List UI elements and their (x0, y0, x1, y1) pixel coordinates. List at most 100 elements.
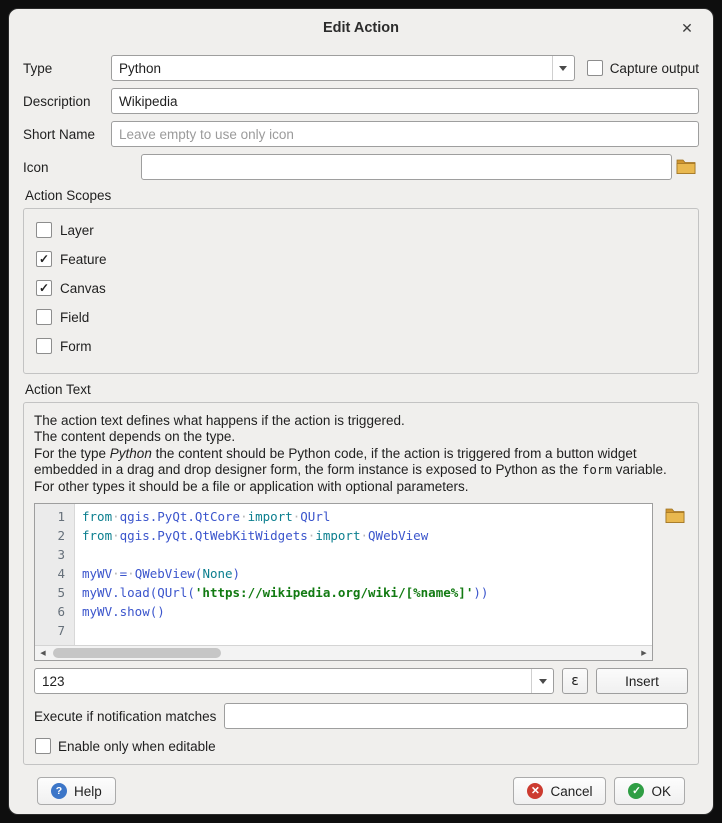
ok-button-label: OK (651, 784, 671, 799)
description-paragraph: For other types it should be a file or a… (34, 479, 688, 495)
checkbox-form[interactable]: ✓ Form (36, 338, 686, 354)
line-number: 6 (35, 602, 74, 621)
type-combobox-arrow[interactable] (552, 56, 574, 80)
notification-input[interactable] (224, 703, 688, 729)
cancel-button-label: Cancel (550, 784, 592, 799)
checkbox-box[interactable]: ✓ (36, 222, 52, 238)
action-scopes-title: Action Scopes (25, 188, 697, 203)
action-text-group: Action Text The action text defines what… (23, 382, 699, 765)
cancel-button[interactable]: ✕ Cancel (513, 777, 606, 805)
epsilon-icon: ε (571, 673, 579, 689)
icon-row: Icon (23, 154, 699, 180)
ok-button[interactable]: ✓ OK (614, 777, 685, 805)
type-row: Type Python ✓ Capture output (23, 55, 699, 81)
capture-output-checkbox[interactable]: ✓ Capture output (587, 60, 699, 76)
cancel-icon: ✕ (527, 783, 543, 799)
code-editor-gutter: 1234567 (35, 504, 75, 645)
short-name-row: Short Name (23, 121, 699, 147)
type-combobox[interactable]: Python (111, 55, 575, 81)
description-label: Description (23, 94, 111, 109)
folder-icon (676, 158, 696, 177)
checkbox-label: Canvas (60, 281, 106, 296)
line-number: 5 (35, 583, 74, 602)
code-line: from·qgis.PyQt.QtCore·import·QUrl (82, 507, 652, 526)
code-line: myWV·=·QWebView(None) (82, 564, 652, 583)
ok-icon: ✓ (628, 783, 644, 799)
checkbox-box[interactable]: ✓ (36, 338, 52, 354)
enable-editable-label: Enable only when editable (58, 739, 216, 754)
checkbox-label: Layer (60, 223, 94, 238)
icon-label: Icon (23, 160, 141, 175)
description-paragraph: For the type Python the content should b… (34, 446, 688, 479)
insert-button[interactable]: Insert (596, 668, 688, 694)
code-line: from·qgis.PyQt.QtWebKitWidgets·import·QW… (82, 526, 652, 545)
icon-path-input[interactable] (141, 154, 672, 180)
short-name-label: Short Name (23, 127, 111, 142)
scrollbar-track[interactable] (51, 646, 636, 660)
variable-combobox-arrow[interactable] (531, 669, 553, 693)
code-editor-body: 1234567 from·qgis.PyQt.QtCore·import·QUr… (35, 504, 652, 645)
help-button[interactable]: ? Help (37, 777, 116, 805)
line-number: 2 (35, 526, 74, 545)
variable-row: 123 ε Insert (34, 668, 688, 694)
description-paragraph: The content depends on the type. (34, 429, 688, 445)
scroll-right-arrow-icon[interactable]: ▶ (636, 646, 652, 660)
code-editor-row: 1234567 from·qgis.PyQt.QtCore·import·QUr… (34, 503, 688, 661)
type-combobox-value: Python (112, 56, 552, 80)
line-number: 1 (35, 507, 74, 526)
description-input[interactable] (111, 88, 699, 114)
checkbox-label: Feature (60, 252, 107, 267)
expression-builder-button[interactable]: ε (562, 668, 588, 694)
dialog-content: Type Python ✓ Capture output Description… (9, 47, 713, 805)
capture-output-label: Capture output (610, 61, 699, 76)
help-button-label: Help (74, 784, 102, 799)
short-name-input[interactable] (111, 121, 699, 147)
chevron-down-icon (559, 66, 567, 71)
check-icon: ✓ (39, 282, 49, 294)
scrollbar-thumb[interactable] (53, 648, 221, 658)
code-editor[interactable]: 1234567 from·qgis.PyQt.QtCore·import·QUr… (34, 503, 653, 661)
action-file-browse-button[interactable] (661, 503, 688, 529)
checkbox-box[interactable]: ✓ (36, 280, 52, 296)
check-icon: ✓ (39, 253, 49, 265)
description-paragraph: The action text defines what happens if … (34, 413, 688, 429)
code-line: myWV.load(QUrl('https://wikipedia.org/wi… (82, 583, 652, 602)
code-line (82, 621, 652, 640)
code-editor-hscrollbar[interactable]: ◀ ▶ (35, 645, 652, 660)
edit-action-dialog: Edit Action ✕ Type Python ✓ Capture outp… (8, 8, 714, 815)
action-text-title: Action Text (25, 382, 697, 397)
folder-icon (665, 507, 685, 526)
scroll-left-arrow-icon[interactable]: ◀ (35, 646, 51, 660)
description-row: Description (23, 88, 699, 114)
code-editor-text[interactable]: from·qgis.PyQt.QtCore·import·QUrlfrom·qg… (75, 504, 652, 645)
checkbox-box[interactable]: ✓ (36, 309, 52, 325)
enable-editable-checkbox[interactable]: ✓ Enable only when editable (35, 738, 688, 754)
notification-label: Execute if notification matches (34, 709, 216, 724)
icon-browse-button[interactable] (672, 154, 699, 180)
checkbox-feature[interactable]: ✓ Feature (36, 251, 686, 267)
action-scopes-group: Action Scopes ✓ Layer ✓ Feature ✓ Canvas ✓Fiel… (23, 188, 699, 374)
action-text-description: The action text defines what happens if … (34, 413, 688, 495)
dialog-footer: ? Help ✕ Cancel ✓ OK (23, 765, 699, 805)
code-line: myWV.show() (82, 602, 652, 621)
capture-output-checkbox-box[interactable]: ✓ (587, 60, 603, 76)
variable-combobox[interactable]: 123 (34, 668, 554, 694)
checkbox-label: Form (60, 339, 92, 354)
checkbox-layer[interactable]: ✓ Layer (36, 222, 686, 238)
line-number: 7 (35, 621, 74, 640)
action-text-frame: The action text defines what happens if … (23, 402, 699, 765)
close-icon[interactable]: ✕ (677, 18, 697, 38)
notification-row: Execute if notification matches (34, 703, 688, 729)
checkbox-canvas[interactable]: ✓ Canvas (36, 280, 686, 296)
code-line (82, 545, 652, 564)
dialog-title: Edit Action (323, 20, 399, 36)
checkbox-box[interactable]: ✓ (36, 251, 52, 267)
chevron-down-icon (539, 679, 547, 684)
titlebar: Edit Action ✕ (9, 9, 713, 47)
checkbox-field[interactable]: ✓Field (36, 309, 686, 325)
action-scopes-list: ✓Layer✓Feature✓Canvas✓Field✓Form (23, 208, 699, 374)
variable-combobox-value: 123 (35, 669, 531, 693)
type-label: Type (23, 61, 111, 76)
line-number: 3 (35, 545, 74, 564)
enable-editable-checkbox-box[interactable]: ✓ (35, 738, 51, 754)
